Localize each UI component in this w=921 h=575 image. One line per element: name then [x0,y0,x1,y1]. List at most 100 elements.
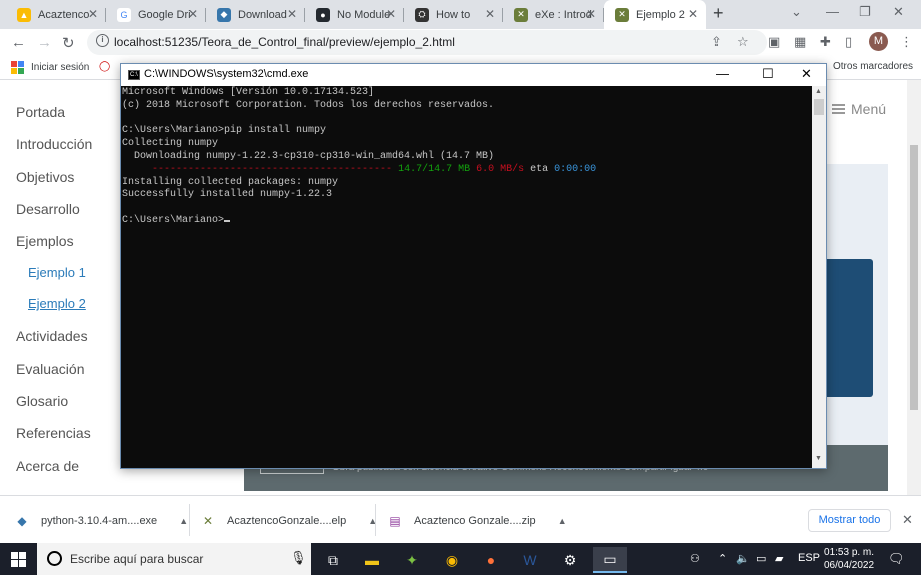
extensions-puzzle-icon[interactable]: ✚ [820,34,831,50]
chrome-icon[interactable]: ◉ [435,547,469,573]
sidebar-item[interactable]: Ejemplo 1 [28,265,86,280]
tab-close-icon[interactable]: ✕ [88,7,98,21]
close-window-button[interactable]: ✕ [893,4,904,20]
divider [189,504,190,536]
settings-gear-icon[interactable]: ⚙ [553,547,587,573]
sidebar-item[interactable]: Desarrollo [16,201,80,217]
browser-tab-strip: ▲ Acaztenco ✕ G Google Dri ✕ ◆ Download ✕ ● No Mod… [0,0,921,29]
firefox-icon[interactable]: ● [474,547,508,573]
taskbar-search[interactable]: Escribe aquí para buscar 🎙 [37,543,311,575]
extension-icon[interactable]: ▣ [768,34,780,50]
reload-icon[interactable]: ↻ [62,34,75,52]
people-icon[interactable]: ⚇ [690,552,700,565]
sidebar-item[interactable]: Acerca de [16,458,79,474]
network-icon[interactable]: ▭ [756,552,766,565]
download-item[interactable]: ◆ python-3.10.4-am....exe ▲ [15,514,188,528]
clock[interactable]: 01:53 p. m. 06/04/2022 [824,546,874,572]
site-info-icon[interactable]: i [96,34,109,47]
scrollbar-thumb[interactable] [910,145,918,410]
scroll-up-icon[interactable]: ▲ [815,88,822,95]
sidebar-item[interactable]: Introducción [16,136,92,152]
bookmark-label: Otros marcadores [833,61,914,72]
kebab-menu-icon[interactable]: ⋮ [900,34,913,50]
new-tab-button[interactable]: + [713,3,724,24]
cmd-close-button[interactable]: ✕ [801,66,812,82]
extension-icon[interactable]: ▦ [794,34,806,50]
tab-search-icon[interactable]: ⌄ [791,4,802,20]
side-panel-icon[interactable]: ▯ [845,34,852,50]
other-bookmarks[interactable]: Otros marcadores [833,61,913,72]
cmd-title-bar[interactable]: C:\ C:\WINDOWS\system32\cmd.exe — ☐ ✕ [121,64,826,86]
console-line: Successfully installed numpy-1.22.3 [122,189,333,201]
tab-favicon-icon: ● [316,7,330,22]
close-downloads-icon[interactable]: ✕ [902,512,913,528]
cmd-app-icon: C:\ [128,70,140,80]
profile-avatar[interactable]: M [869,32,888,51]
volume-icon[interactable]: 🔈 [736,552,750,565]
browser-tab[interactable]: ▲ Acaztenco ✕ [6,0,106,29]
browser-tab[interactable]: ✕ eXe : Introd ✕ [503,0,604,29]
word-icon[interactable]: W [513,547,547,573]
task-view-icon[interactable]: ⧉ [316,547,350,573]
language-indicator[interactable]: ESP [798,552,820,564]
sidebar-item[interactable]: Referencias [16,425,91,441]
browser-tab[interactable]: ◆ Download ✕ [206,0,305,29]
back-icon[interactable]: ← [11,34,26,51]
tab-close-icon[interactable]: ✕ [386,7,396,21]
bookmark-signin[interactable]: Iniciar sesión [11,61,89,74]
download-item[interactable]: ✕ AcaztencoGonzale....elp ▲ [201,514,377,528]
sidebar-item[interactable]: Evaluación [16,361,85,377]
browser-tab[interactable]: ● No Module ✕ [305,0,404,29]
console-line: Microsoft Windows [Versión 10.0.17134.52… [122,87,375,98]
cmd-scrollbar[interactable]: ▲ ▼ [812,86,826,468]
cmd-console[interactable]: Microsoft Windows [Versión 10.0.17134.52… [121,86,812,468]
tab-close-icon[interactable]: ✕ [688,7,698,21]
tab-close-icon[interactable]: ✕ [485,7,495,21]
scrollbar-thumb[interactable] [814,99,824,115]
browser-tab[interactable]: G Google Dri ✕ [106,0,206,29]
forward-icon[interactable]: → [37,34,52,51]
chevron-up-icon[interactable]: ▲ [179,516,188,526]
oracle-icon[interactable]: ◯ [99,61,110,72]
menu-button[interactable]: Menú [832,101,886,117]
minimize-button[interactable]: — [826,4,839,19]
bookmark-star-icon[interactable]: ☆ [737,34,749,50]
chevron-up-icon[interactable]: ▲ [558,516,567,526]
progress-bar: ---------------------------------------- [152,163,393,175]
cmd-taskbar-icon[interactable]: ▭ [593,547,627,573]
sidebar-item[interactable]: Actividades [16,328,88,344]
cmd-window: C:\ C:\WINDOWS\system32\cmd.exe — ☐ ✕ Mi… [120,63,827,469]
tab-close-icon[interactable]: ✕ [287,7,297,21]
sidebar-item[interactable]: Objetivos [16,169,74,185]
cmd-minimize-button[interactable]: — [716,66,729,81]
tab-close-icon[interactable]: ✕ [586,7,596,21]
microphone-icon[interactable]: 🎙 [290,550,307,566]
eta-label: eta [524,163,555,175]
restore-button[interactable]: ❐ [859,4,871,20]
tab-close-icon[interactable]: ✕ [188,7,198,21]
browser-tab[interactable]: ⛭ How to ✕ [404,0,503,29]
console-line: C:\Users\Mariano>pip install numpy [122,125,327,137]
browser-tab[interactable]: ✕ Ejemplo 2 ✕ [604,0,706,29]
exe-icon: ✕ [202,514,214,528]
windows-taskbar: Escribe aquí para buscar 🎙 ⧉ ▬ ✦ ◉ ● W ⚙… [0,543,921,575]
chevron-up-icon[interactable]: ⌃ [718,552,727,565]
scroll-down-icon[interactable]: ▼ [815,455,822,462]
share-icon[interactable]: ⇪ [711,34,722,50]
notification-center-icon[interactable]: 🗨 [888,551,905,567]
app-icon[interactable]: ✦ [395,547,429,573]
console-line: C:\Users\Mariano> [122,215,812,228]
sidebar-item[interactable]: Ejemplo 2 [28,296,86,311]
show-all-button[interactable]: Mostrar todo [808,509,891,532]
page-scrollbar[interactable] [907,80,921,495]
start-button[interactable] [11,552,26,567]
battery-icon[interactable]: ▰ [775,552,783,565]
address-bar[interactable]: i localhost:51235/Teora_de_Control_final… [87,30,767,55]
sidebar-item[interactable]: Portada [16,104,65,120]
download-item[interactable]: ▤ Acaztenco Gonzale....zip ▲ [388,514,567,528]
sidebar-item[interactable]: Glosario [16,393,68,409]
file-explorer-icon[interactable]: ▬ [355,547,389,573]
cmd-maximize-button[interactable]: ☐ [762,66,774,82]
sidebar-item[interactable]: Ejemplos [16,233,74,249]
cmd-title: C:\WINDOWS\system32\cmd.exe [144,68,309,80]
